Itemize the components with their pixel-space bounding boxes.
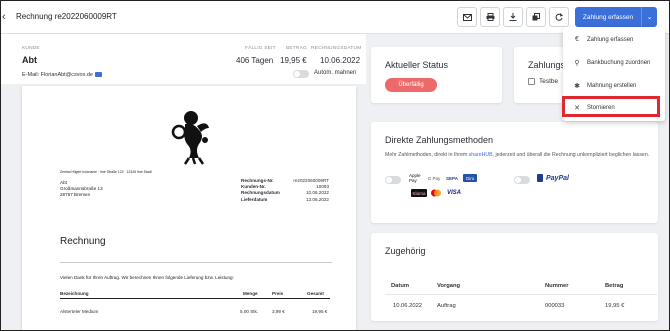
cell-total: 19,95 € xyxy=(312,309,328,314)
mail-icon xyxy=(462,13,472,21)
auto-reminder-toggle[interactable] xyxy=(293,70,309,78)
klarna-logo: Klarna xyxy=(411,189,427,197)
copy-button[interactable] xyxy=(526,7,546,27)
download-button[interactable] xyxy=(503,7,523,27)
meta-value: 13.06.2022 xyxy=(306,196,329,202)
paypal-icon xyxy=(537,174,543,182)
customer-label: KUNDE xyxy=(22,46,40,51)
payment-title: Zahlungs xyxy=(528,60,566,70)
sender-line: Zentral Hilgert holcname · Ihre Straße 1… xyxy=(60,170,152,174)
column-header: Datum xyxy=(391,283,410,289)
cell-date: 10.06.2022 xyxy=(393,303,423,309)
back-arrow-icon[interactable]: ‹ xyxy=(2,11,12,23)
payment-methods-row: Apple Pay G Pay SEPA Giro xyxy=(409,173,480,183)
menu-item-zahlung-erfassen[interactable]: € Zahlung erfassen xyxy=(563,31,665,48)
cell-description: Alsterteler Medium xyxy=(60,309,99,314)
highlight-box xyxy=(562,96,660,117)
refresh-button[interactable] xyxy=(549,7,569,27)
checkbox-icon xyxy=(528,78,535,85)
google-pay-logo: G Pay xyxy=(427,175,441,181)
print-icon xyxy=(486,13,494,21)
page-title: Rechnung re2022060009RT xyxy=(16,12,117,21)
column-header: Menge xyxy=(243,291,258,296)
direct-payment-card: Direkte Zahlungsmethoden Mehr Zahlmethod… xyxy=(371,122,658,223)
sharehub-link[interactable]: shareHUB xyxy=(469,152,493,158)
text-part: , jederzeit und überall die Rechnung unk… xyxy=(492,152,650,158)
payment-methods-toggle[interactable] xyxy=(385,176,401,184)
visa-logo: VISA xyxy=(446,190,461,196)
giropay-logo: Giro xyxy=(463,174,477,182)
menu-item-label: Bankbuchung zuordnen xyxy=(587,59,651,66)
euro-icon: € xyxy=(575,36,579,43)
column-header: Gesamt xyxy=(307,291,324,296)
amount-value: 19,95 € xyxy=(280,56,307,65)
cell-type: Auftrag xyxy=(437,303,456,309)
menu-item-label: Mahnung erstellen xyxy=(587,82,637,89)
email-icon[interactable] xyxy=(95,72,102,78)
invoice-preview: Zentral Hilgert holcname · Ihre Straße 1… xyxy=(22,86,356,331)
refresh-icon xyxy=(555,13,563,21)
due-label: FÄLLIG SEIT xyxy=(245,46,276,51)
copy-icon xyxy=(532,13,540,21)
table-row[interactable]: 10.06.2022 Auftrag 000033 19,95 € xyxy=(385,303,657,313)
customer-email: E-Mail: FlorianAbt@csvox.de xyxy=(22,72,102,78)
menu-item-bankbuchung-zuordnen[interactable]: ⚲ Bankbuchung zuordnen xyxy=(563,54,665,71)
due-value: 406 Tagen xyxy=(236,56,274,65)
document-intro: Vielen Dank für Ihren Auftrag. Wir berec… xyxy=(60,275,234,280)
related-card: Zugehörig Datum Vorgang Nummer Betrag 10… xyxy=(371,233,658,321)
status-badge: Überfällig xyxy=(385,78,437,92)
mastercard-logo xyxy=(430,189,442,197)
email-text[interactable]: E-Mail: FlorianAbt@csvox.de xyxy=(22,72,93,78)
column-header: Betrag xyxy=(605,283,624,289)
document-heading: Rechnung xyxy=(60,236,106,247)
text-part: Mehr Zahlmethoden, direkt in Ihrem xyxy=(385,152,469,158)
paypal-logo: PayPal xyxy=(546,174,569,182)
zahlung-erfassen-button[interactable]: Zahlung erfassen xyxy=(575,7,641,27)
paypal-toggle[interactable] xyxy=(514,176,530,184)
address-line: 28757 Bremen xyxy=(60,192,91,198)
status-card: Aktueller Status Überfällig xyxy=(371,47,502,103)
meta-key: Lieferdatum xyxy=(241,196,268,202)
apple-pay-logo: Apple Pay xyxy=(409,173,421,183)
divider xyxy=(60,262,332,263)
invoice-date-label: RECHNUNGSDATUM xyxy=(311,46,362,51)
auto-reminder-label: Autom. mahnen xyxy=(314,70,357,76)
related-title: Zugehörig xyxy=(385,246,426,256)
cell-quantity: 5,00 Stk. xyxy=(240,309,259,314)
customer-name[interactable]: Abt xyxy=(22,55,37,65)
payment-text: Testbe xyxy=(539,78,559,85)
payment-methods-row-2: Klarna VISA xyxy=(411,189,466,197)
invoice-meta: Rechnungs-Nr. re2022060009RT Kunden-Nr. 10… xyxy=(241,178,329,203)
print-button[interactable] xyxy=(480,7,500,27)
related-table-header: Datum Vorgang Nummer Betrag xyxy=(385,283,657,295)
lion-logo xyxy=(171,111,209,165)
download-icon xyxy=(509,13,517,21)
column-header: Nummer xyxy=(545,283,569,289)
table-row: Alsterteler Medium 5,00 Stk. 3,99 € 19,9… xyxy=(60,309,330,317)
column-header: Vorgang xyxy=(437,283,461,289)
chevron-down-icon: ⌄ xyxy=(646,14,653,21)
amount-label: BETRAG xyxy=(286,46,307,51)
link-icon: ⚲ xyxy=(574,59,580,67)
sepa-logo: SEPA xyxy=(446,175,458,181)
column-header: Preis xyxy=(272,291,284,296)
paypal-row: PayPal xyxy=(537,174,569,182)
direct-payment-text: Mehr Zahlmethoden, direkt in Ihrem share… xyxy=(385,152,660,160)
invoice-date-value: 10.06.2022 xyxy=(320,56,361,65)
dropdown-toggle-button[interactable]: ⌄ xyxy=(641,7,657,27)
gear-icon: ✱ xyxy=(574,82,580,90)
items-table-header: Bezeichnung Menge Preis Gesamt xyxy=(60,291,330,299)
recipient-address: Abt Großmannsbraße 13 28757 Bremen xyxy=(60,180,103,199)
meta-row: Lieferdatum 13.06.2022 xyxy=(241,197,329,203)
column-header: Bezeichnung xyxy=(60,291,89,296)
status-title: Aktueller Status xyxy=(385,60,449,70)
menu-item-label: Zahlung erfassen xyxy=(587,36,634,43)
menu-item-mahnung-erstellen[interactable]: ✱ Mahnung erstellen xyxy=(563,77,665,94)
cell-number: 000033 xyxy=(545,303,565,309)
cell-amount: 19,95 € xyxy=(605,303,625,309)
direct-payment-title: Direkte Zahlungsmethoden xyxy=(385,135,494,145)
cell-price: 3,99 € xyxy=(272,309,285,314)
mail-button[interactable] xyxy=(457,7,477,27)
